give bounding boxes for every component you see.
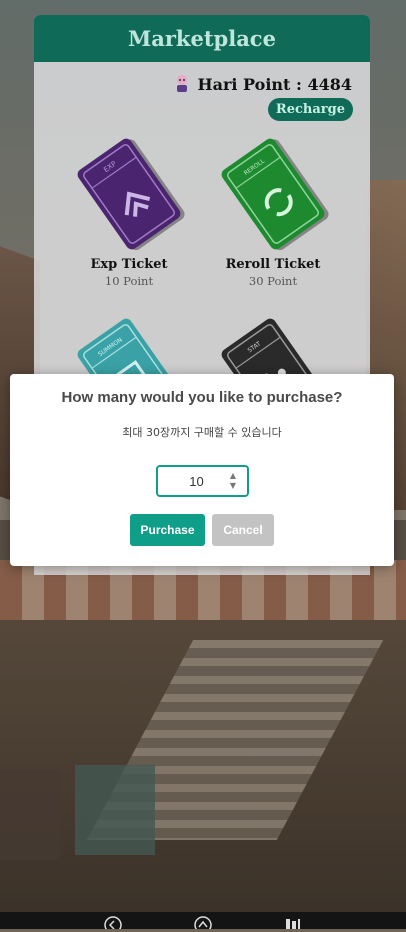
chevron-down-icon[interactable]: ▼ [230,481,236,491]
back-icon[interactable] [103,915,123,932]
dialog-actions: Purchase Cancel [10,514,394,546]
dialog-title: How many would you like to purchase? [61,389,343,406]
bottom-nav [0,912,406,932]
quantity-stepper[interactable]: 10 ▲ ▼ [156,465,249,497]
cancel-button[interactable]: Cancel [212,514,274,546]
home-icon[interactable] [193,915,213,932]
purchase-dialog: How many would you like to purchase? 최대 … [10,374,394,566]
purchase-button[interactable]: Purchase [130,514,205,546]
quantity-input[interactable]: 10 [158,474,225,489]
dialog-subtitle: 최대 30장까지 구매할 수 있습니다 [122,426,282,439]
chevron-up-icon[interactable]: ▲ [230,471,236,481]
stepper-arrows[interactable]: ▲ ▼ [225,471,241,491]
menu-icon[interactable] [283,915,303,929]
